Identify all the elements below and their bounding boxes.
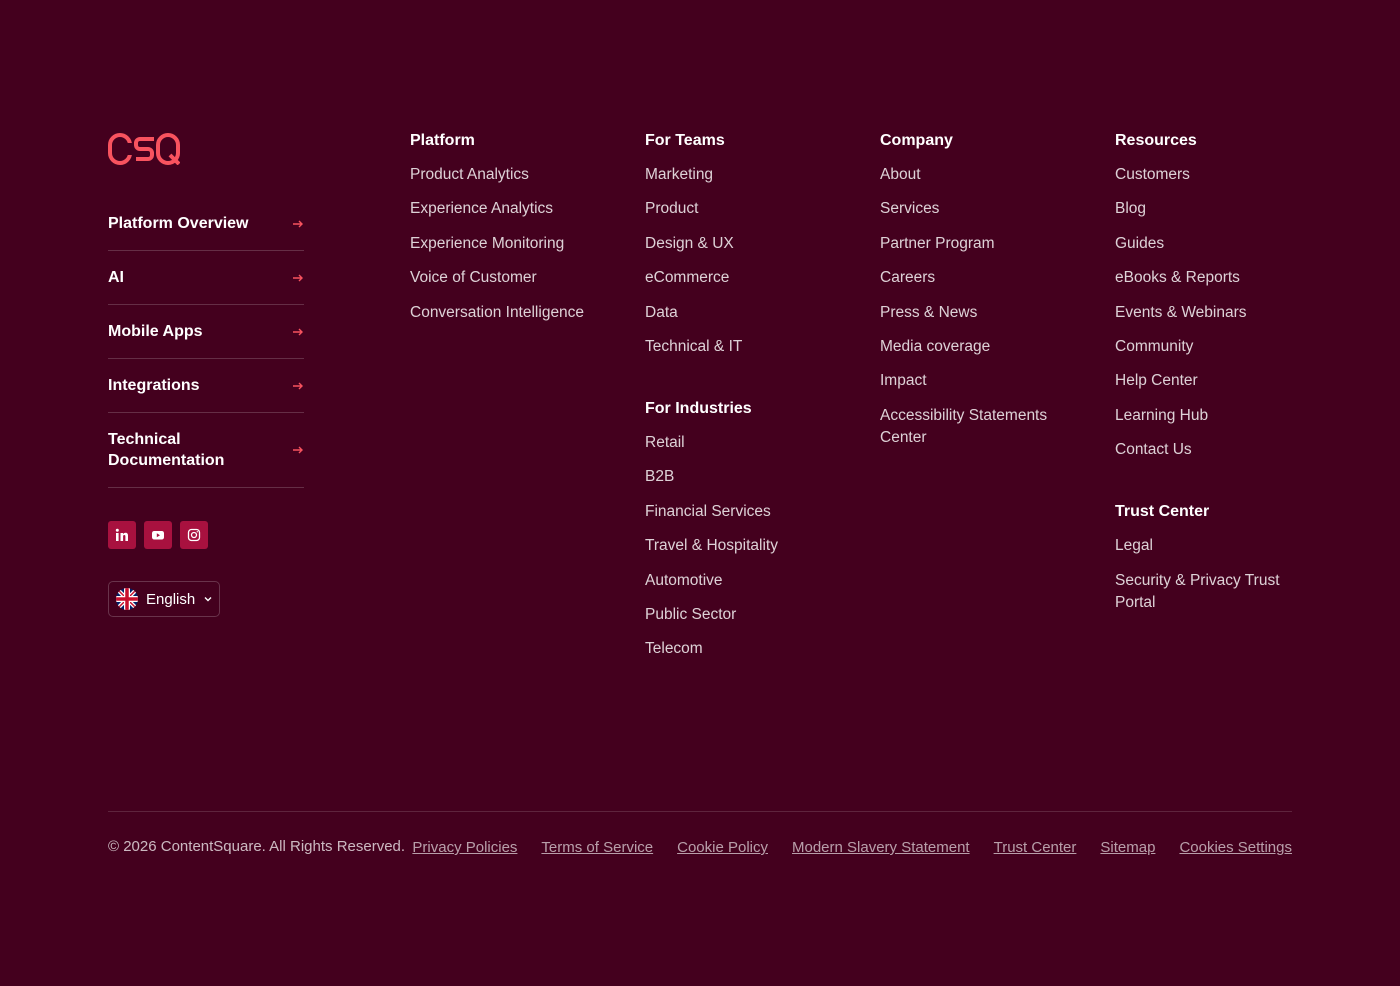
footer-link[interactable]: Impact (880, 370, 1070, 392)
language-label: English (146, 590, 196, 608)
uk-flag-icon (116, 588, 138, 610)
footer-link[interactable]: Contact Us (1115, 439, 1292, 461)
footer-link[interactable]: Travel & Hospitality (645, 535, 855, 557)
arrow-right-icon (293, 446, 303, 454)
footer-link[interactable]: About (880, 164, 1070, 186)
left-nav-platform-overview[interactable]: Platform Overview (108, 197, 304, 251)
footer-link[interactable]: Events & Webinars (1115, 302, 1292, 324)
footer-link[interactable]: eBooks & Reports (1115, 267, 1292, 289)
left-nav-integrations[interactable]: Integrations (108, 359, 304, 413)
footer-link[interactable]: Telecom (645, 638, 855, 660)
left-nav-label: Integrations (108, 377, 200, 394)
footer-link[interactable]: Legal (1115, 535, 1292, 557)
footer-link[interactable]: Product (645, 198, 855, 220)
footer-link[interactable]: Community (1115, 336, 1292, 358)
footer-divider (108, 811, 1292, 812)
site-footer: Platform Overview AI Mobile Apps Integra… (108, 0, 1292, 986)
footer-link[interactable]: Services (880, 198, 1070, 220)
left-nav-label: AI (108, 269, 124, 286)
footer-link[interactable]: Experience Analytics (410, 198, 620, 220)
for-industries-heading: For Industries (645, 399, 752, 417)
arrow-right-icon (293, 328, 303, 335)
terms-of-service-link[interactable]: Terms of Service (541, 838, 653, 858)
cookies-settings-link[interactable]: Cookies Settings (1179, 838, 1292, 858)
footer-link[interactable]: Financial Services (645, 501, 855, 523)
platform-heading: Platform (410, 132, 475, 149)
footer-link[interactable]: Automotive (645, 570, 855, 592)
left-nav-technical-documentation[interactable]: Technical Documentation (108, 413, 304, 488)
for-teams-heading: For Teams (645, 132, 725, 149)
linkedin-button[interactable] (108, 521, 136, 549)
footer-link[interactable]: Design & UX (645, 233, 855, 255)
left-nav-mobile-apps[interactable]: Mobile Apps (108, 305, 304, 359)
trust-center-heading: Trust Center (1115, 503, 1210, 521)
footer-link[interactable]: Accessibility Statements Center (880, 405, 1070, 449)
modern-slavery-statement-link[interactable]: Modern Slavery Statement (792, 838, 970, 858)
footer-link[interactable]: Partner Program (880, 233, 1070, 255)
footer-link[interactable]: Blog (1115, 198, 1292, 220)
footer-link[interactable]: Data (645, 302, 855, 324)
arrow-right-icon (293, 382, 303, 389)
privacy-policies-link[interactable]: Privacy Policies (412, 838, 517, 858)
footer-link[interactable]: Media coverage (880, 336, 1070, 358)
footer-link[interactable]: B2B (645, 466, 855, 488)
youtube-button[interactable] (144, 521, 172, 549)
footer-link[interactable]: Security & Privacy Trust Portal (1115, 570, 1292, 614)
footer-link[interactable]: Customers (1115, 164, 1292, 186)
instagram-button[interactable] (180, 521, 208, 549)
platform-column: Platform Product Analytics Experience An… (410, 130, 620, 336)
company-heading: Company (880, 132, 953, 149)
footer-link[interactable]: Public Sector (645, 604, 855, 626)
copyright-text: © 2026 ContentSquare. All Rights Reserve… (108, 838, 406, 855)
resources-heading: Resources (1115, 132, 1197, 149)
language-selector[interactable]: English (108, 581, 220, 617)
instagram-icon (187, 528, 201, 542)
arrow-right-icon (293, 274, 303, 281)
footer-link[interactable]: Conversation Intelligence (410, 302, 620, 324)
left-nav-label: Technical Documentation (108, 431, 225, 469)
footer-link[interactable]: Product Analytics (410, 164, 620, 186)
footer-link[interactable]: Careers (880, 267, 1070, 289)
chevron-down-icon (204, 597, 212, 602)
footer-link[interactable]: Help Center (1115, 370, 1292, 392)
footer-link[interactable]: Experience Monitoring (410, 233, 620, 255)
left-nav-ai[interactable]: AI (108, 251, 304, 305)
trust-center-link[interactable]: Trust Center (994, 838, 1077, 858)
footer-link[interactable]: eCommerce (645, 267, 855, 289)
left-nav: Platform Overview AI Mobile Apps Integra… (108, 197, 304, 488)
resources-column: Resources Customers Blog Guides eBooks &… (1115, 130, 1292, 626)
footer-link[interactable]: Voice of Customer (410, 267, 620, 289)
footer-link[interactable]: Press & News (880, 302, 1070, 324)
csq-logo[interactable] (108, 133, 180, 165)
footer-link[interactable]: Learning Hub (1115, 405, 1292, 427)
footer-link[interactable]: Technical & IT (645, 336, 855, 358)
footer-link[interactable]: Retail (645, 432, 855, 454)
teams-industries-column: For Teams Marketing Product Design & UX … (645, 130, 855, 673)
left-nav-label: Platform Overview (108, 215, 249, 232)
footer-link[interactable]: Marketing (645, 164, 855, 186)
cookie-policy-link[interactable]: Cookie Policy (677, 838, 768, 858)
footer-link[interactable]: Guides (1115, 233, 1292, 255)
company-column: Company About Services Partner Program C… (880, 130, 1070, 461)
sitemap-link[interactable]: Sitemap (1100, 838, 1155, 858)
youtube-icon (152, 531, 164, 540)
legal-links: Privacy Policies Terms of Service Cookie… (412, 838, 1292, 858)
linkedin-icon (115, 528, 128, 541)
social-links (108, 521, 208, 549)
arrow-right-icon (293, 220, 303, 227)
left-nav-label: Mobile Apps (108, 323, 203, 340)
